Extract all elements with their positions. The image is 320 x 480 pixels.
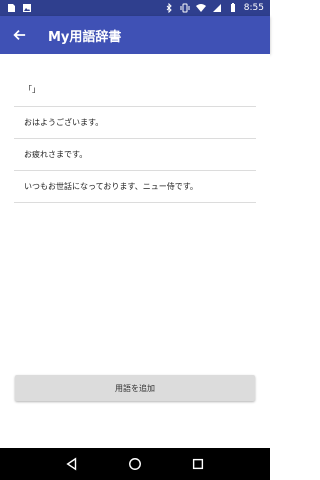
status-left [6,3,32,13]
wifi-icon [195,3,206,13]
status-right: 8:55 [164,3,264,13]
list-item[interactable]: 「」 [14,73,256,107]
list-item[interactable]: おはようございます。 [14,107,256,139]
page-title: My用語辞書 [48,29,122,45]
app-bar: My用語辞書 [0,16,270,54]
add-term-button[interactable]: 用語を追加 [15,375,255,401]
status-bar: 8:55 [0,0,270,16]
status-time: 8:55 [243,3,264,13]
list-item[interactable]: いつもお世話になっております、ニュー侍です。 [14,171,256,203]
battery-icon [228,3,238,13]
add-term-label: 用語を追加 [115,383,155,393]
term-text: 「」 [24,85,40,94]
home-circle-icon [128,457,142,471]
nav-home-button[interactable] [123,452,147,476]
signal-icon [212,3,222,13]
recents-square-icon [191,457,205,471]
term-text: いつもお世話になっております、ニュー侍です。 [24,182,198,191]
vibrate-icon [180,3,190,13]
navigation-bar [0,448,270,480]
term-text: おはようございます。 [24,118,104,127]
bluetooth-icon [164,3,174,13]
nav-back-button[interactable] [60,452,84,476]
term-text: お疲れさまです。 [24,150,88,159]
arrow-back-icon [12,28,26,42]
sim-card-icon [6,3,16,13]
nav-recents-button[interactable] [186,452,210,476]
term-list: 「」 おはようございます。 お疲れさまです。 いつもお世話になっております、ニュ… [14,73,256,203]
list-item[interactable]: お疲れさまです。 [14,139,256,171]
image-icon [22,3,32,13]
back-triangle-icon [65,457,79,471]
main-content: 「」 おはようございます。 お疲れさまです。 いつもお世話になっております、ニュ… [0,54,270,448]
back-button[interactable] [0,16,38,54]
